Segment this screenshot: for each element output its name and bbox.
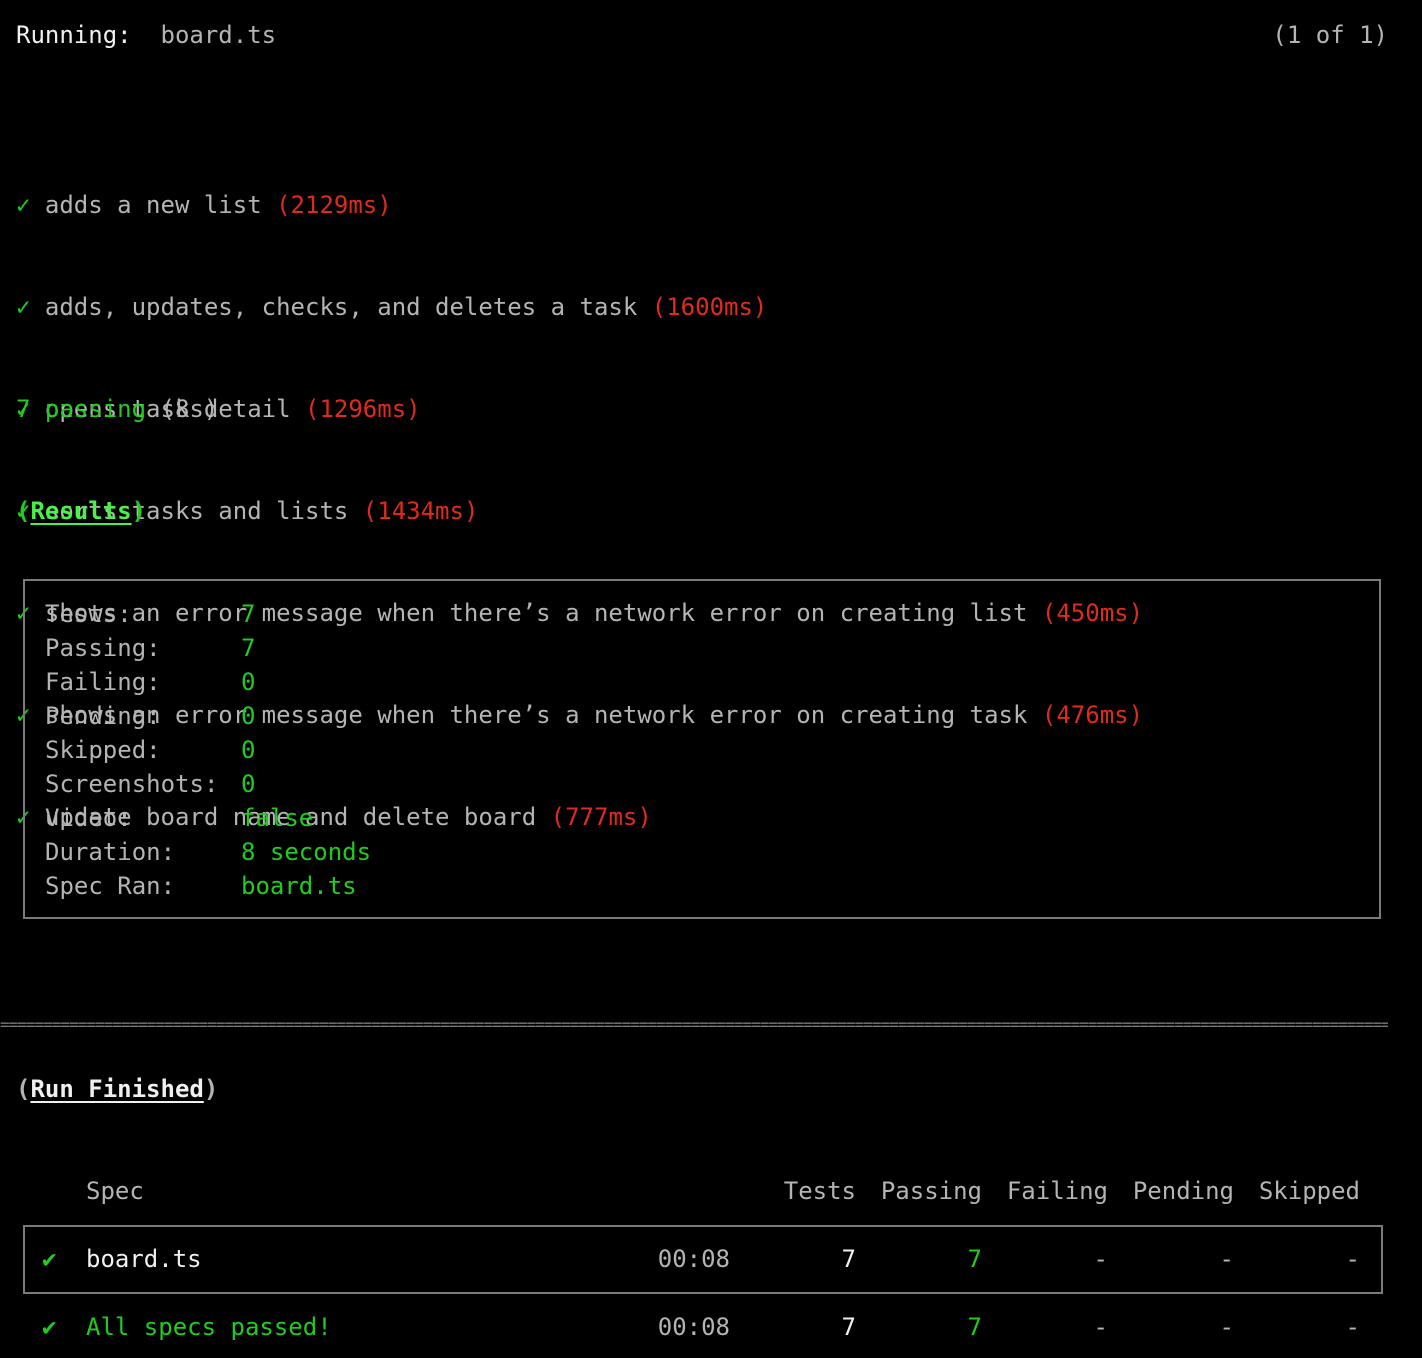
all-specs-passed: All specs passed! xyxy=(86,1313,332,1341)
results-box: Tests: 7 Passing: 7 Failing: 0 Pending: 0 Sk… xyxy=(23,579,1381,919)
stat-row-pending: Pending: 0 xyxy=(45,699,255,733)
col-passing: Passing xyxy=(880,1177,982,1205)
running-line: Running: board.ts xyxy=(16,18,276,52)
spec-skipped: - xyxy=(1345,1245,1360,1273)
results-heading: (Results) xyxy=(16,494,146,528)
paren-open: ( xyxy=(16,1075,31,1103)
stat-value: board.ts xyxy=(241,872,357,900)
col-spec: Spec xyxy=(86,1177,144,1205)
col-pending: Pending xyxy=(1132,1177,1234,1205)
stat-row-screenshots: Screenshots: 0 xyxy=(45,767,255,801)
paren-open: ( xyxy=(16,497,31,525)
stat-value: 7 xyxy=(241,634,256,662)
total-time: (8s) xyxy=(160,395,219,423)
spec-pending: - xyxy=(1219,1245,1234,1273)
stat-label: Pending: xyxy=(45,702,161,730)
stat-row-duration: Duration: 8 seconds xyxy=(45,835,371,869)
test-item: ✓ adds, updates, checks, and deletes a t… xyxy=(16,290,1143,324)
test-duration: (1600ms) xyxy=(651,293,768,321)
stat-value: 0 xyxy=(241,668,256,696)
check-icon: ✔ xyxy=(42,1313,57,1341)
divider: ========================================… xyxy=(0,1015,1388,1034)
stat-label: Duration: xyxy=(45,838,176,866)
passing-count: 7 passing xyxy=(16,395,147,423)
test-duration: (1434ms) xyxy=(362,497,479,525)
spec-tests: 7 xyxy=(841,1245,856,1273)
running-header: Running: board.ts (1 of 1) xyxy=(16,18,1388,52)
stat-row-skipped: Skipped: 0 xyxy=(45,733,255,767)
stat-value: 0 xyxy=(241,770,256,798)
paren-close: ) xyxy=(203,1075,219,1103)
stat-label: Failing: xyxy=(45,668,161,696)
run-finished-heading: (Run Finished) xyxy=(16,1072,218,1106)
running-label: Running: xyxy=(16,21,132,49)
stat-label: Skipped: xyxy=(45,736,161,764)
test-title: adds a new list xyxy=(44,191,262,219)
total-tests: 7 xyxy=(841,1313,856,1341)
check-icon: ✔ xyxy=(42,1245,57,1273)
test-item: ✓ adds a new list (2129ms) xyxy=(16,188,1143,222)
paren-close: ) xyxy=(131,497,147,525)
stat-value: 0 xyxy=(241,736,256,764)
test-title: adds, updates, checks, and deletes a tas… xyxy=(44,293,638,321)
spec-name: board.ts xyxy=(86,1245,202,1273)
stat-row-spec-ran: Spec Ran: board.ts xyxy=(45,869,357,903)
stat-label: Passing: xyxy=(45,634,161,662)
test-item: ✓ sorts tasks and lists (1434ms) xyxy=(16,494,1143,528)
stat-label: Spec Ran: xyxy=(45,872,176,900)
running-spec-name: board.ts xyxy=(160,21,277,49)
col-failing: Failing xyxy=(1006,1177,1108,1205)
progress-count: (1 of 1) xyxy=(1272,21,1388,49)
stat-label: Screenshots: xyxy=(45,770,219,798)
passing-summary: 7 passing (8s) xyxy=(16,392,218,426)
stat-row-video: Video: false xyxy=(45,801,313,835)
spec-passing: 7 xyxy=(967,1245,982,1273)
stat-label: Video: xyxy=(45,804,132,832)
run-finished-title: Run Finished xyxy=(30,1075,204,1103)
total-passing: 7 xyxy=(967,1313,982,1341)
stat-value: 7 xyxy=(241,600,256,628)
total-skipped: - xyxy=(1345,1313,1360,1341)
spec-failing: - xyxy=(1093,1245,1108,1273)
stat-value: false xyxy=(241,804,314,832)
stat-value: 0 xyxy=(241,702,256,730)
stat-row-failing: Failing: 0 xyxy=(45,665,255,699)
total-pending: - xyxy=(1219,1313,1234,1341)
stat-value: 8 seconds xyxy=(241,838,372,866)
results-title: Results xyxy=(30,497,132,525)
col-tests: Tests xyxy=(783,1177,856,1205)
test-duration: (2129ms) xyxy=(276,191,392,219)
col-skipped: Skipped xyxy=(1258,1177,1360,1205)
stat-row-tests: Tests: 7 xyxy=(45,597,255,631)
stat-row-passing: Passing: 7 xyxy=(45,631,255,665)
spec-time: 00:08 xyxy=(657,1245,730,1273)
check-icon: ✓ xyxy=(16,191,31,219)
stat-label: Tests: xyxy=(45,600,132,628)
total-failing: - xyxy=(1093,1313,1108,1341)
total-time: 00:08 xyxy=(657,1313,730,1341)
test-duration: (1296ms) xyxy=(305,395,421,423)
check-icon: ✓ xyxy=(16,293,31,321)
